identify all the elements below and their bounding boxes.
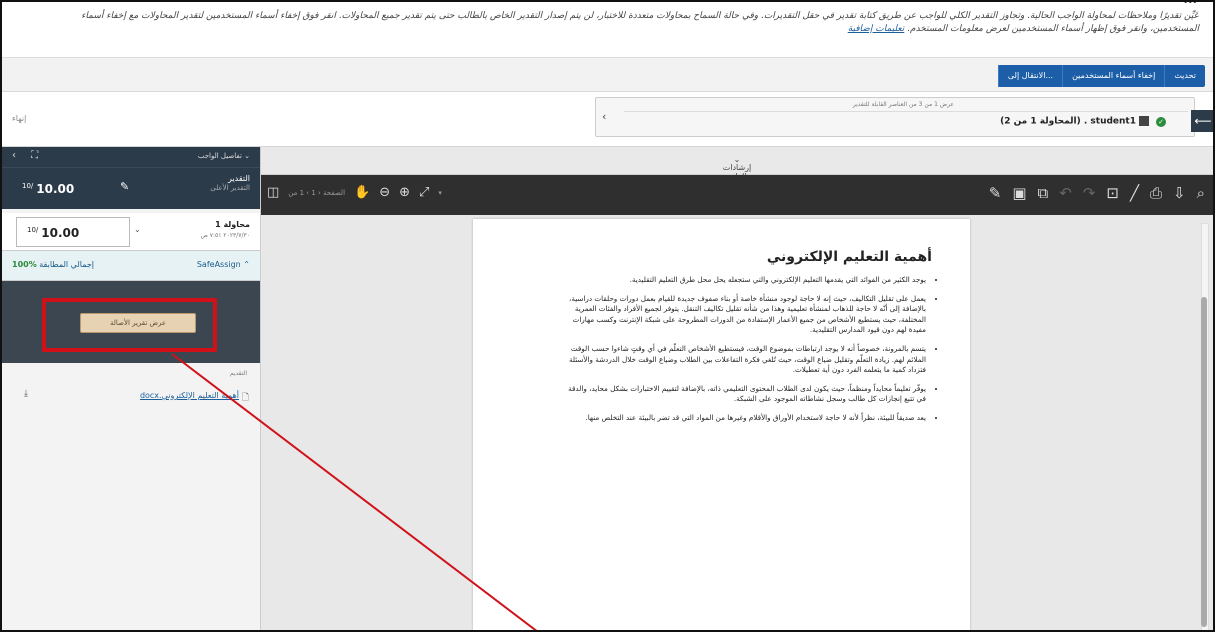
previous-student-icon[interactable]: ‹ xyxy=(602,110,606,123)
screenshot-frame: ... عَيِّن تقديرًا وملاحظات لمحاولة الوا… xyxy=(0,0,1215,632)
goto-button[interactable]: الانتقال إلى... xyxy=(997,65,1062,87)
assignment-instructions-bar[interactable]: إرشادات الواجب ⌄ xyxy=(261,147,1213,181)
list-item: يعمل على تقليل التكاليف، حيث إنه لا حاجة… xyxy=(560,294,926,336)
document-bullets: يوجد الكثير من الفوائد التي يقدمها التعل… xyxy=(560,275,940,432)
student-name: student1 . (المحاولة 1 من 2) xyxy=(1000,116,1136,127)
student-selector[interactable]: ✓ student1 . (المحاولة 1 من 2) xyxy=(1000,116,1166,127)
attempt-date: ٢٠٢٣/٧/٣٠ ٧:٥١ ص xyxy=(200,232,250,239)
undo-icon[interactable]: ↶ xyxy=(1059,184,1072,202)
safeassign-row[interactable]: SafeAssign ⌃ 100% إجمالي المطابقة xyxy=(2,251,260,281)
pen-icon[interactable]: ✎ xyxy=(989,184,1002,202)
item-counter: عرض 1 من 3 من العناصر القابلة للتقدير xyxy=(852,101,954,108)
avatar xyxy=(1139,116,1149,126)
attempt-label: محاولة 1 xyxy=(215,220,250,229)
list-item: يعد صديقاً للبيئة، نظراً لأنه لا حاجة لا… xyxy=(560,413,926,424)
overall-grade: التقدير التقدير الأعلى ✎ 10/10.00 xyxy=(2,167,260,209)
page-nav: الصفحة ‹ 1 › 1 من xyxy=(288,188,346,197)
nav-button-group: تحديث إخفاء أسماء المستخدمين الانتقال إل… xyxy=(997,65,1205,87)
submission-files: التقديم 🗋 أهمية التعليم الإلكتروني.docx … xyxy=(2,367,261,427)
annotation-highlight-box xyxy=(42,298,217,352)
toolbar-right: ✎ ▣ ⧉ ↶ ↷ ⊡ ╱ ⎙ ⇩ ⌕ xyxy=(989,184,1205,202)
instructions-line2: المستخدمين، وانقر فوق إظهار أسماء المستخ… xyxy=(907,24,1199,34)
help-link[interactable]: تعليمات إضافية xyxy=(848,24,905,34)
attempt-grade-input[interactable]: 10/10.00 xyxy=(16,217,130,247)
file-icon: 🗋 xyxy=(241,393,249,403)
student-navigator: عرض 1 من 3 من العناصر القابلة للتقدير ‹ … xyxy=(595,97,1195,137)
text-box-icon[interactable]: ⊡ xyxy=(1106,184,1119,202)
instructions-title: ... xyxy=(1183,2,1197,6)
scroll-thumb[interactable] xyxy=(1201,297,1207,627)
hide-names-button[interactable]: إخفاء أسماء المستخدمين xyxy=(1062,65,1164,87)
chevron-down-icon[interactable]: ▾ xyxy=(438,189,442,197)
finish-button[interactable]: إنهاء xyxy=(12,114,26,123)
collapse-panel-icon[interactable]: ‹ ⛶ xyxy=(12,150,44,161)
viewer-toolbar: ◫ الصفحة ‹ 1 › 1 من ✋ ⊖ ⊕ ⤢ ▾ ✎ ▣ ⧉ ↶ ↷ … xyxy=(261,175,1213,215)
attempt-row: 10/10.00 ⌄ محاولة 1 ٢٠٢٣/٧/٣٠ ٧:٥١ ص xyxy=(2,213,260,251)
edit-pencil-icon[interactable]: ✎ xyxy=(120,180,129,193)
document-title: أهمية التعليم الإلكتروني xyxy=(766,249,932,265)
safeassign-label: SafeAssign ⌃ xyxy=(196,260,250,269)
download-icon[interactable]: ⤓ xyxy=(24,389,28,399)
list-item: يوفّر تعليماً محايداً ومنظماً، حيث يكون … xyxy=(560,384,926,405)
sidebar-toggle-icon[interactable]: ◫ xyxy=(267,185,279,200)
action-bar: تحديث إخفاء أسماء المستخدمين الانتقال إل… xyxy=(2,58,1213,92)
navigator-divider xyxy=(624,111,1188,112)
download-icon[interactable]: ⇩ xyxy=(1173,184,1186,202)
back-arrow-icon[interactable]: ⟵ xyxy=(1191,110,1213,132)
submission-label: التقديم xyxy=(229,370,247,377)
print-icon[interactable]: ⎙ xyxy=(1150,184,1162,202)
zoom-out-icon[interactable]: ⊖ xyxy=(379,185,390,200)
safeassign-score: 100% إجمالي المطابقة xyxy=(12,260,94,269)
toolbar-left: ◫ الصفحة ‹ 1 › 1 من ✋ ⊖ ⊕ ⤢ ▾ xyxy=(267,185,442,200)
panel-header: تفاصيل الواجب ⌄ ‹ ⛶ xyxy=(2,147,260,167)
check-icon: ✓ xyxy=(1156,116,1166,127)
file-link[interactable]: أهمية التعليم الإلكتروني.docx xyxy=(140,391,239,400)
list-item: يتسم بالمرونة، خصوصاً أنه لا يوجد ارتباط… xyxy=(560,344,926,376)
document-viewer: إرشادات الواجب ⌄ ◫ الصفحة ‹ 1 › 1 من ✋ ⊖… xyxy=(261,147,1213,630)
assignment-details-toggle[interactable]: تفاصيل الواجب ⌄ xyxy=(198,152,250,160)
update-button[interactable]: تحديث xyxy=(1164,65,1205,87)
grading-side-panel: تفاصيل الواجب ⌄ ‹ ⛶ التقدير التقدير الأع… xyxy=(2,147,261,630)
grade-value: 10/10.00 xyxy=(22,182,75,196)
comment-icon[interactable]: ▣ xyxy=(1012,184,1026,202)
fit-page-icon[interactable]: ⤢ xyxy=(419,185,429,200)
zoom-in-icon[interactable]: ⊕ xyxy=(399,185,410,200)
instructions: ... عَيِّن تقديرًا وملاحظات لمحاولة الوا… xyxy=(2,2,1213,58)
line-icon[interactable]: ╱ xyxy=(1130,184,1139,202)
hand-icon[interactable]: ✋ xyxy=(354,185,370,200)
search-icon[interactable]: ⌕ xyxy=(1197,184,1205,202)
grade-sublabel: التقدير الأعلى xyxy=(210,184,250,192)
grade-label: التقدير xyxy=(228,174,250,183)
copy-icon[interactable]: ⧉ xyxy=(1038,184,1049,202)
instructions-line1: عَيِّن تقديرًا وملاحظات لمحاولة الواجب ا… xyxy=(81,11,1199,21)
grading-header: إنهاء عرض 1 من 3 من العناصر القابلة للتق… xyxy=(2,92,1213,147)
list-item: يوجد الكثير من الفوائد التي يقدمها التعل… xyxy=(560,275,926,286)
chevron-down-icon[interactable]: ⌄ xyxy=(134,225,141,234)
document-page: أهمية التعليم الإلكتروني يوجد الكثير من … xyxy=(473,219,970,630)
redo-icon[interactable]: ↷ xyxy=(1083,184,1096,202)
